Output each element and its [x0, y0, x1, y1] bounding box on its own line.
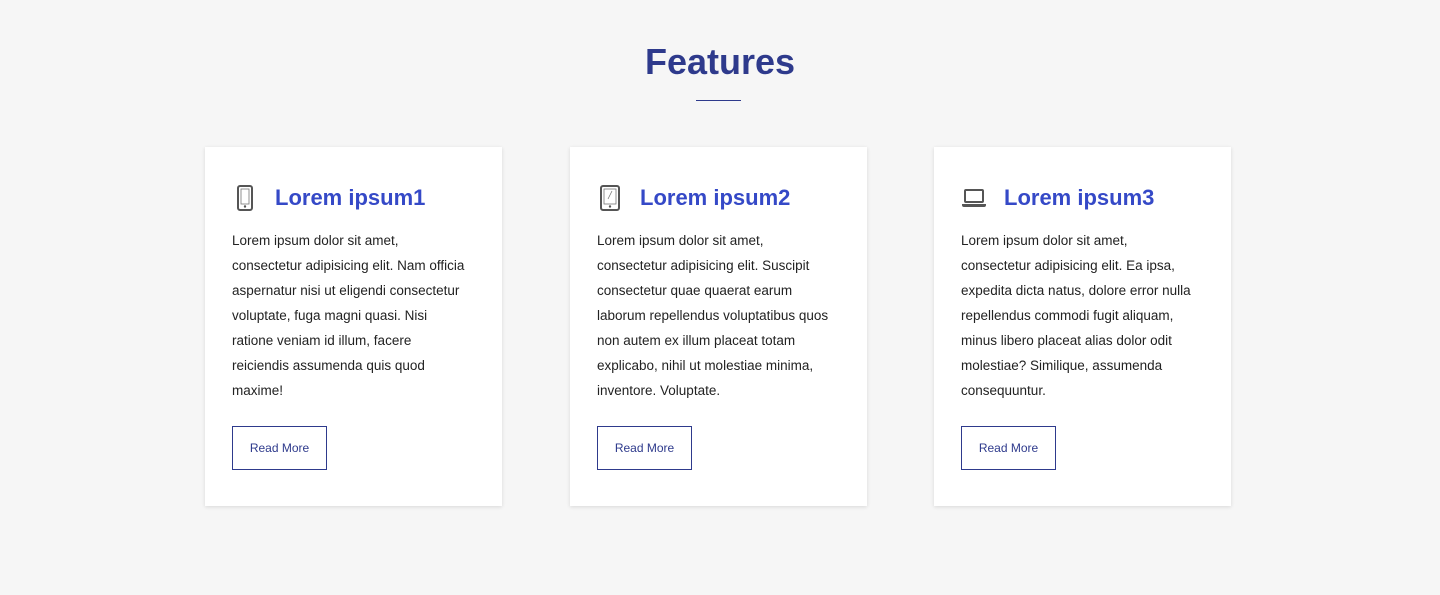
feature-card-3: Lorem ipsum3 Lorem ipsum dolor sit amet,… [934, 147, 1231, 506]
laptop-icon [961, 185, 987, 211]
card-header: Lorem ipsum2 [597, 183, 790, 213]
read-more-button[interactable]: Read More [597, 426, 692, 470]
section-title: Features [644, 41, 796, 82]
card-text: Lorem ipsum dolor sit amet, consectetur … [597, 233, 829, 398]
card-header: Lorem ipsum3 [961, 183, 1154, 213]
card-title: Lorem ipsum3 [1004, 185, 1155, 210]
card-text: Lorem ipsum dolor sit amet, consectetur … [961, 233, 1191, 398]
card-text: Lorem ipsum dolor sit amet, consectetur … [232, 233, 465, 398]
feature-card-2: Lorem ipsum2 Lorem ipsum dolor sit amet,… [570, 147, 867, 506]
mobile-phone-icon [232, 185, 258, 211]
read-more-button[interactable]: Read More [961, 426, 1056, 470]
read-more-button[interactable]: Read More [232, 426, 327, 470]
tablet-icon [597, 185, 623, 211]
card-header: Lorem ipsum1 [232, 183, 425, 213]
card-title: Lorem ipsum2 [640, 185, 791, 210]
feature-card-1: Lorem ipsum1 Lorem ipsum dolor sit amet,… [205, 147, 502, 506]
card-title: Lorem ipsum1 [275, 185, 426, 210]
title-divider [696, 100, 741, 101]
